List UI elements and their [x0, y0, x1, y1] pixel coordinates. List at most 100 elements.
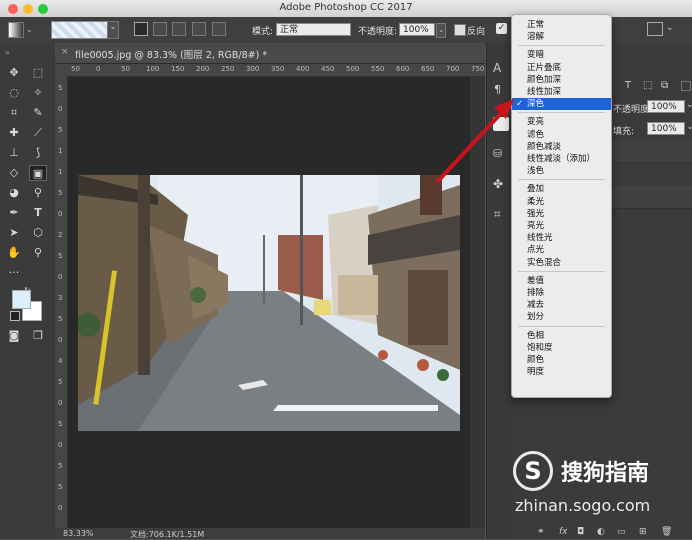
blend-mode-option[interactable]: 强光	[512, 208, 611, 220]
filter-smart-icon[interactable]: ⧉	[661, 80, 668, 91]
blend-mode-option[interactable]: 明度	[512, 366, 611, 378]
type-tool-icon[interactable]: T	[29, 205, 47, 221]
chevron-down-icon[interactable]: ⌄	[666, 23, 674, 33]
edit-toolbar-icon[interactable]: ···	[5, 265, 23, 281]
blend-mode-option[interactable]: 差值	[512, 275, 611, 287]
foreground-color-swatch[interactable]	[12, 290, 31, 309]
collapse-icon[interactable]: »	[5, 48, 10, 57]
opacity-input[interactable]: 100%	[399, 23, 435, 36]
chevron-down-icon[interactable]: ⌄	[686, 100, 692, 110]
ruler-label: 0	[58, 441, 63, 449]
blend-mode-option[interactable]: 色相	[512, 330, 611, 342]
blend-mode-option[interactable]: 线性光	[512, 232, 611, 244]
new-group-icon[interactable]: ▭	[617, 527, 626, 537]
layer-fill-label: 填充:	[613, 127, 635, 137]
blend-mode-option[interactable]: 线性减淡（添加）	[512, 153, 611, 165]
ruler-label: 0	[58, 504, 63, 512]
blend-mode-option[interactable]: 深色 ✓	[512, 98, 611, 111]
blend-mode-option[interactable]: 叠加	[512, 183, 611, 195]
trash-icon[interactable]: 🗑︎	[661, 527, 672, 537]
shape-tool-icon[interactable]: ⬡	[29, 225, 47, 241]
layer-opacity-input[interactable]: 100%	[647, 100, 685, 113]
quick-mask-icon[interactable]: ◙	[5, 328, 23, 344]
blend-mode-option[interactable]: 实色混合	[512, 257, 611, 269]
blend-mode-dropdown[interactable]: 正常 溶解变暗 正片叠底 颜色加深 线性加深 深色 ✓ 变亮 滤色 颜色减淡 线性减淡（添加） 浅色叠…	[511, 14, 612, 398]
blend-mode-option[interactable]: 正片叠底	[512, 62, 611, 74]
blend-mode-option[interactable]: 颜色	[512, 354, 611, 366]
reverse-checkbox[interactable]	[454, 24, 466, 36]
add-mask-icon[interactable]: ◘	[577, 527, 584, 537]
screen-mode-icon[interactable]: ❐	[29, 328, 47, 344]
clone-stamp-tool-icon[interactable]: ⊥	[5, 145, 23, 161]
chevron-down-icon[interactable]: ⌄	[26, 25, 33, 34]
gradient-preview[interactable]	[51, 21, 109, 39]
blend-mode-option[interactable]: 正常	[512, 19, 611, 31]
marquee-tool-icon[interactable]: ⬚	[29, 65, 47, 81]
blend-mode-option[interactable]: 点光	[512, 244, 611, 256]
radial-gradient-button[interactable]	[153, 22, 167, 36]
hand-tool-icon[interactable]: ✋	[5, 245, 23, 261]
new-layer-icon[interactable]: ⊞	[639, 527, 647, 537]
zoom-tool-icon[interactable]: ⚲	[29, 245, 47, 261]
filter-shape-icon[interactable]: ⬚	[643, 80, 652, 91]
crop-panel-icon[interactable]: ⌗	[494, 207, 501, 222]
blend-mode-option[interactable]: 变暗	[512, 49, 611, 61]
close-tab-icon[interactable]: ×	[61, 47, 69, 57]
eyedropper-tool-icon[interactable]: ✎	[29, 105, 47, 121]
blend-mode-option[interactable]: 划分	[512, 311, 611, 323]
document-tab[interactable]: × file0005.jpg @ 83.3% (图层 2, RGB/8#) *	[55, 43, 485, 64]
angle-gradient-button[interactable]	[172, 22, 186, 36]
reflected-gradient-button[interactable]	[192, 22, 206, 36]
blend-mode-option[interactable]: 减去	[512, 299, 611, 311]
default-colors-icon[interactable]	[10, 311, 20, 321]
blend-mode-option[interactable]: 滤色	[512, 129, 611, 141]
blend-mode-option[interactable]: 溶解	[512, 31, 611, 43]
mode-select[interactable]: 正常	[276, 23, 351, 36]
opacity-chevron-icon[interactable]: ⌄	[436, 23, 446, 38]
ruler-label: 0	[58, 105, 63, 113]
magic-wand-tool-icon[interactable]: ✧	[29, 85, 47, 101]
blend-mode-option[interactable]: 变亮	[512, 116, 611, 128]
lasso-tool-icon[interactable]: ◌	[5, 85, 23, 101]
diamond-gradient-button[interactable]	[212, 22, 226, 36]
dither-checkbox[interactable]: ✓	[496, 23, 507, 34]
blend-mode-option[interactable]: 亮光	[512, 220, 611, 232]
blend-mode-option[interactable]: 线性加深	[512, 86, 611, 98]
adjustment-layer-icon[interactable]: ◐	[597, 527, 605, 537]
gradient-tool-icon[interactable]	[8, 22, 24, 38]
gradient-tool-icon[interactable]: ▣	[29, 165, 47, 181]
layer-fill-input[interactable]: 100%	[647, 122, 685, 135]
ruler-label: 5	[58, 126, 63, 134]
history-brush-tool-icon[interactable]: ⟆	[29, 145, 47, 161]
ruler-label: 5	[58, 189, 63, 197]
link-layers-icon[interactable]: ⚭	[537, 527, 545, 537]
filter-text-icon[interactable]: T	[625, 80, 631, 91]
ruler-label: 450	[321, 65, 335, 73]
linear-gradient-button[interactable]	[134, 22, 148, 36]
healing-brush-tool-icon[interactable]: ✚	[5, 125, 23, 141]
workspace-icon[interactable]	[647, 22, 663, 36]
filter-toggle[interactable]	[681, 81, 691, 91]
brush-tool-icon[interactable]: ⟋	[29, 125, 47, 141]
blend-mode-option[interactable]: 颜色减淡	[512, 141, 611, 153]
pen-tool-icon[interactable]: ✒	[5, 205, 23, 221]
blend-mode-option[interactable]: 浅色	[512, 165, 611, 177]
window-title: Adobe Photoshop CC 2017	[279, 2, 413, 13]
blur-tool-icon[interactable]: ◕	[5, 185, 23, 201]
blend-mode-option[interactable]: 饱和度	[512, 342, 611, 354]
document-title: file0005.jpg @ 83.3% (图层 2, RGB/8#) *	[75, 50, 268, 61]
gradient-picker-chevron-icon[interactable]: ⌄	[107, 21, 119, 39]
character-panel-icon[interactable]: A	[493, 61, 501, 75]
move-tool-icon[interactable]: ✥	[5, 65, 23, 81]
crop-tool-icon[interactable]: ⌗	[5, 105, 23, 121]
blend-mode-option[interactable]: 颜色加深	[512, 74, 611, 86]
zoom-level[interactable]: 83.33%	[63, 529, 94, 538]
dodge-tool-icon[interactable]: ⚲	[29, 185, 47, 201]
fx-icon[interactable]: fx	[559, 527, 568, 537]
path-selection-tool-icon[interactable]: ➤	[5, 225, 23, 241]
blend-mode-option[interactable]: 排除	[512, 287, 611, 299]
canvas-area[interactable]	[68, 77, 470, 528]
eraser-tool-icon[interactable]: ◇	[5, 165, 23, 181]
chevron-down-icon[interactable]: ⌄	[686, 122, 692, 132]
blend-mode-option[interactable]: 柔光	[512, 196, 611, 208]
